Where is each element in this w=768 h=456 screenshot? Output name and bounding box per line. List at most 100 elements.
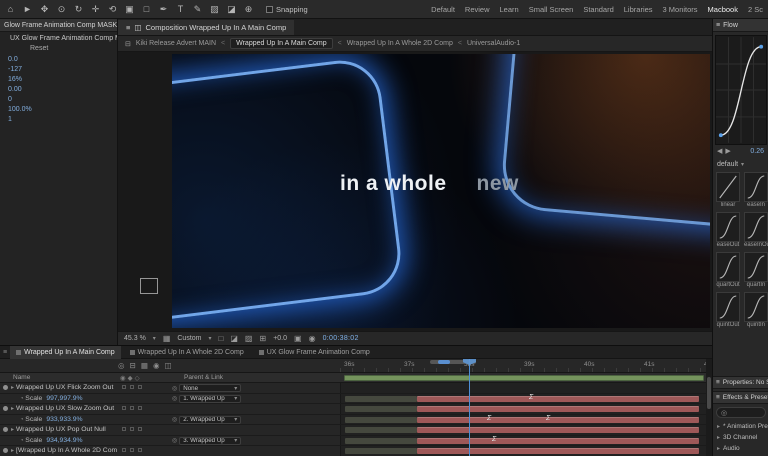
layer-track[interactable] <box>340 446 712 456</box>
next-arrow-icon[interactable]: ▶ <box>725 147 730 155</box>
flow-preset-easeInOut[interactable]: easeInOut <box>744 212 768 248</box>
switch-box[interactable] <box>138 385 142 389</box>
switch-box[interactable] <box>122 448 126 452</box>
flow-preset-quartIn[interactable]: quartIn <box>744 252 768 288</box>
keyframe-marker[interactable]: Σ <box>529 394 533 401</box>
visibility-eye-icon[interactable] <box>3 427 8 432</box>
zoom-handle[interactable] <box>438 360 450 364</box>
property-row[interactable]: ◔ Scale 933,933.9% <box>20 416 120 423</box>
effect-param-value-5[interactable]: 100.0% <box>0 105 117 115</box>
layer-bar-segment[interactable] <box>345 406 417 412</box>
region-of-interest-icon[interactable]: □ <box>219 334 224 343</box>
timeline-row[interactable]: ◔ Scale 934,934.9% ◎ 3. Wrapped Up ▾ Σ <box>0 435 712 446</box>
layer-bar-segment[interactable] <box>345 437 417 444</box>
prev-arrow-icon[interactable]: ◀ <box>717 147 722 155</box>
parent-dropdown[interactable]: None ▾ <box>179 384 242 392</box>
pickwhip-icon[interactable]: ◎ <box>172 395 177 402</box>
twirl-icon[interactable]: ▸ <box>11 427 14 433</box>
type-tool-icon[interactable]: T <box>175 4 186 15</box>
breadcrumb-item[interactable]: Wrapped Up In A Main Comp <box>230 38 333 49</box>
switch-box[interactable] <box>122 385 126 389</box>
transparency-grid-icon[interactable]: ▨ <box>245 334 253 343</box>
flow-preset-quintOut[interactable]: quintOut <box>716 292 740 328</box>
panel-menu-icon[interactable]: ≡ <box>716 22 720 29</box>
breadcrumb-item[interactable]: UniversalAudio-1 <box>467 40 520 47</box>
layer-duration-bar[interactable] <box>417 437 699 444</box>
guides-icon[interactable]: ⊞ <box>259 334 266 343</box>
workspace-standard[interactable]: Standard <box>583 5 613 14</box>
camera-icon[interactable]: ▣ <box>294 334 302 343</box>
layer-bar-segment[interactable] <box>345 416 417 423</box>
panel-menu-icon[interactable]: ≡ <box>126 23 130 32</box>
keyframe-marker[interactable]: Σ <box>492 436 496 443</box>
motion-blur-icon[interactable]: ◉ <box>153 361 160 370</box>
layer-track[interactable] <box>340 404 712 414</box>
brush-tool-icon[interactable]: ✎ <box>192 4 203 15</box>
magnification-select[interactable]: 45.3 % <box>124 335 146 342</box>
graph-editor-icon[interactable]: ◫ <box>164 361 171 370</box>
layer-name[interactable]: ▸ Wrapped Up UX Slow Zoom Out <box>11 405 117 412</box>
layer-switches[interactable] <box>122 427 142 431</box>
workspace-learn[interactable]: Learn <box>500 5 519 14</box>
effects-list-item[interactable]: ▸ 3D Channel <box>713 432 768 443</box>
switch-box[interactable] <box>122 427 126 431</box>
twirl-icon[interactable]: ▸ <box>717 423 720 430</box>
flow-curve-editor[interactable] <box>714 35 767 145</box>
layer-track[interactable]: ΣΣ <box>340 414 712 424</box>
current-time-field[interactable]: 0:00:38:02 <box>323 335 359 342</box>
switch-box[interactable] <box>130 406 134 410</box>
layer-switches[interactable] <box>122 385 142 389</box>
panel-menu-icon[interactable]: ≡ <box>716 379 720 386</box>
switch-box[interactable] <box>130 427 134 431</box>
layer-duration-bar[interactable] <box>417 427 699 433</box>
effect-param-value-1[interactable]: -127 <box>0 65 117 75</box>
flow-preset-quintIn[interactable]: quintIn <box>744 292 768 328</box>
twirl-icon[interactable]: ▸ <box>717 445 720 452</box>
parent-dropdown[interactable]: 2. Wrapped Up ▾ <box>179 415 242 424</box>
mini-flowchart-icon[interactable]: ⊟ <box>125 40 131 48</box>
scrollbar-thumb[interactable] <box>707 377 711 409</box>
effect-reset-button[interactable]: Reset <box>0 44 117 55</box>
resolution-select[interactable]: Custom <box>177 335 201 342</box>
home-icon[interactable]: ⌂ <box>5 4 16 15</box>
effect-param-value-4[interactable]: 0 <box>0 95 117 105</box>
exposure-value[interactable]: +0.0 <box>273 335 287 342</box>
grid-options-icon[interactable]: ▦ <box>163 334 171 343</box>
layer-track[interactable] <box>340 383 712 393</box>
layer-name[interactable]: ▸ [Wrapped Up In A Whole 2D Comp] <box>11 447 117 454</box>
visibility-eye-icon[interactable] <box>3 385 8 390</box>
hand-tool-icon[interactable]: ✥ <box>39 4 50 15</box>
switch-box[interactable] <box>130 385 134 389</box>
panel-menu-icon[interactable]: ≡ <box>3 349 7 356</box>
layer-name[interactable]: ▸ Wrapped Up UX Flick Zoom Out <box>11 384 117 391</box>
timeline-row[interactable]: ▸ [Wrapped Up In A Whole 2D Comp] <box>0 446 712 456</box>
clone-stamp-tool-icon[interactable]: ▨ <box>209 4 220 15</box>
property-value[interactable]: 934,934.9% <box>46 437 82 444</box>
selection-handle[interactable] <box>140 278 158 294</box>
flow-preset-select[interactable]: default ▾ <box>713 157 768 170</box>
effect-param-value-0[interactable]: 0.0 <box>0 55 117 65</box>
work-area-bar[interactable] <box>344 375 704 381</box>
property-value[interactable]: 997,997.9% <box>46 395 82 402</box>
twirl-icon[interactable]: ▸ <box>717 434 720 441</box>
keyframe-marker[interactable]: Σ <box>487 415 491 422</box>
orbit-camera-tool-icon[interactable]: ↻ <box>73 4 84 15</box>
snapping-toggle[interactable]: Snapping <box>266 5 308 14</box>
switch-box[interactable] <box>138 406 142 410</box>
timeline-vertical-scrollbar[interactable] <box>706 359 712 456</box>
snapshot-icon[interactable]: ◉ <box>309 334 316 343</box>
layer-track[interactable] <box>340 425 712 435</box>
ruler-track[interactable]: 36s37s38s39s40s41s42s <box>340 359 712 372</box>
twirl-icon[interactable]: ▸ <box>11 385 14 391</box>
effects-list-item[interactable]: ▸ Audio <box>713 443 768 454</box>
switch-box[interactable] <box>138 448 142 452</box>
breadcrumb-item[interactable]: Kiki Release Advert MAIN <box>136 40 216 47</box>
flow-preset-easeOut[interactable]: easeOut <box>716 212 740 248</box>
composition-canvas[interactable]: in a whole new <box>172 54 710 328</box>
eraser-tool-icon[interactable]: ◪ <box>226 4 237 15</box>
effect-param-value-3[interactable]: 0.00 <box>0 85 117 95</box>
rotate-tool-icon[interactable]: ⟲ <box>107 4 118 15</box>
visibility-eye-icon[interactable] <box>3 406 8 411</box>
parent-dropdown[interactable]: 3. Wrapped Up ▾ <box>179 436 242 445</box>
panel-menu-icon[interactable]: ≡ <box>716 394 720 401</box>
